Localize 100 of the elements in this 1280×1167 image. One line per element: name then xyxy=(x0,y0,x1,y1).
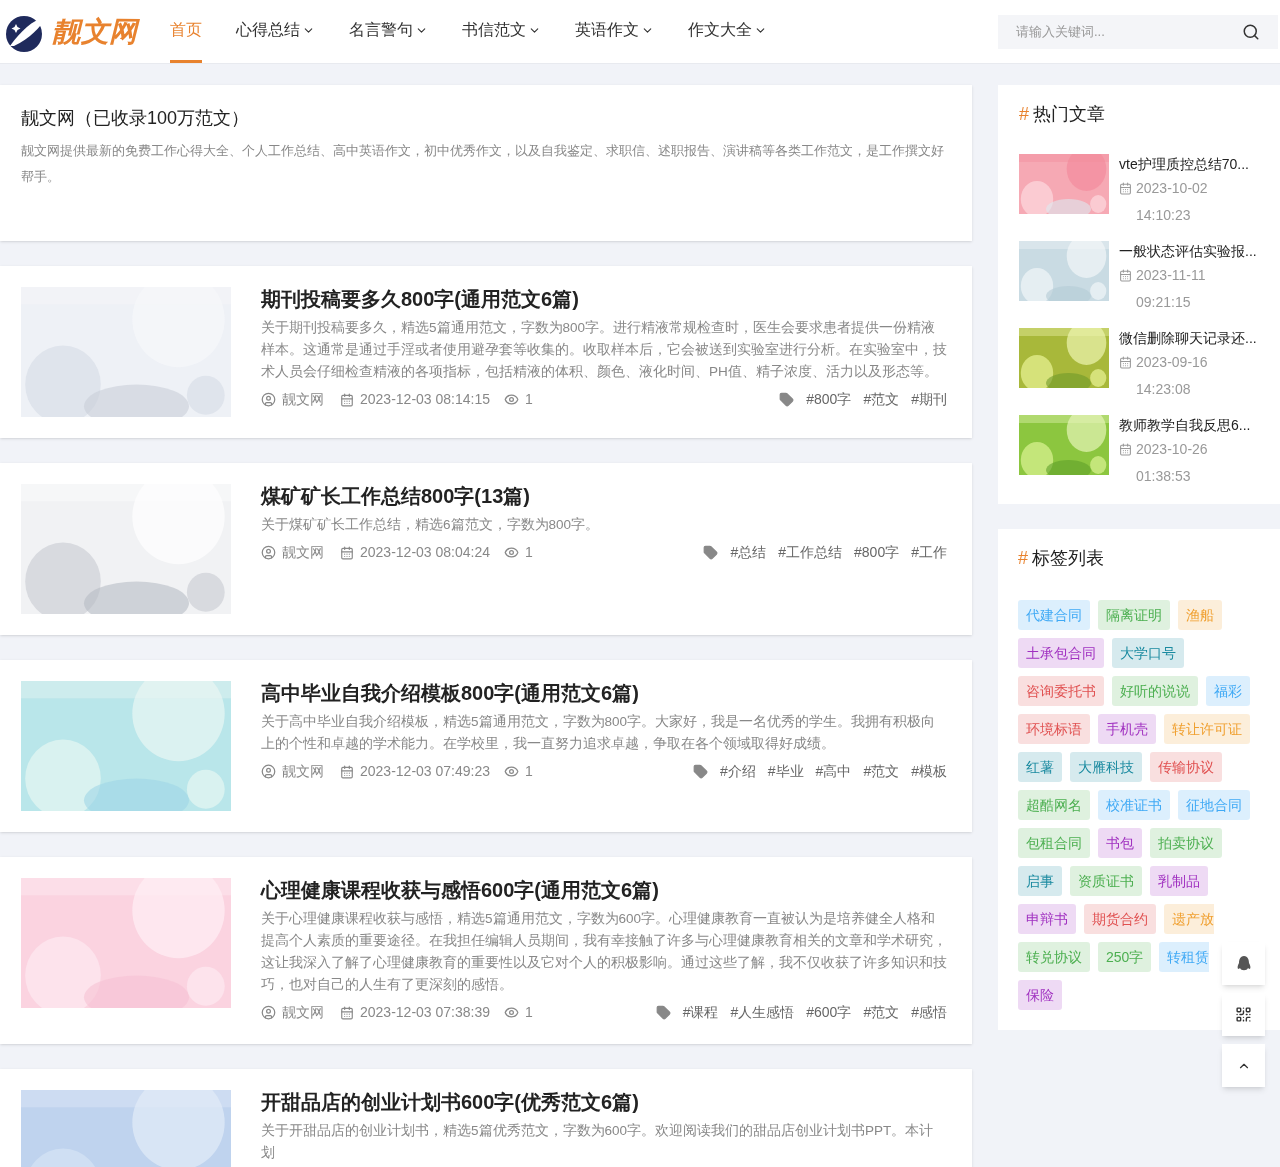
nav-tab[interactable]: 心得总结 xyxy=(236,0,315,63)
user-icon xyxy=(261,1005,276,1020)
penguin-icon xyxy=(1236,955,1251,972)
qr-code-button[interactable] xyxy=(1222,993,1265,1036)
article-tag-link[interactable]: #高中 xyxy=(815,761,852,782)
article-tag-link[interactable]: #期刊 xyxy=(911,389,947,410)
hash-mark: # xyxy=(1019,103,1029,126)
article-title[interactable]: 期刊投稿要多久800字(通用范文6篇) xyxy=(261,283,947,315)
calendar-icon xyxy=(340,392,354,407)
article-tag-link[interactable]: #模板 xyxy=(911,761,947,782)
intro-title: 靓文网（已收录100万范文） xyxy=(21,107,251,130)
tag-chip[interactable]: 启事 xyxy=(1018,866,1062,896)
panel-heading: 热门文章 xyxy=(1033,103,1105,126)
hot-article-link[interactable]: vte护理质控总结70... xyxy=(1119,154,1259,175)
article-date: 2023-12-03 07:49:23 xyxy=(360,762,490,781)
nav-tab[interactable]: 作文大全 xyxy=(688,0,767,63)
article-author: 靓文网 xyxy=(282,543,324,562)
tag-chip[interactable]: 超酷网名 xyxy=(1018,790,1090,820)
tag-chip[interactable]: 好听的说说 xyxy=(1112,676,1198,706)
hot-article-link[interactable]: 微信删除聊天记录还... xyxy=(1119,328,1259,349)
article-tag-link[interactable]: #毕业 xyxy=(767,761,804,782)
tag-chip[interactable]: 传输协议 xyxy=(1150,752,1222,782)
nav-tab[interactable]: 书信范文 xyxy=(462,0,541,63)
article-tag-link[interactable]: #范文 xyxy=(863,761,900,782)
hot-article-link[interactable]: 教师教学自我反思6... xyxy=(1119,415,1259,436)
eye-icon xyxy=(504,392,519,407)
tag-chip[interactable]: 乳制品 xyxy=(1150,866,1208,896)
view-count: 1 xyxy=(525,1003,533,1022)
qq-button[interactable] xyxy=(1222,942,1265,985)
search-field[interactable]: 请输入关键词... xyxy=(998,14,1278,49)
site-logo-text[interactable]: 靓文网 xyxy=(52,10,139,53)
article-tag-link[interactable]: #介绍 xyxy=(720,761,756,782)
article-title[interactable]: 心理健康课程收获与感悟600字(通用范文6篇) xyxy=(261,874,947,906)
hot-article-time: 2023-10-02 14:10:23 xyxy=(1136,179,1209,225)
article-tag-link[interactable]: #工作 xyxy=(911,542,947,563)
tag-chip[interactable]: 保险 xyxy=(1018,980,1062,1010)
nav-tab[interactable]: 英语作文 xyxy=(575,0,654,63)
tag-chip[interactable]: 期货合约 xyxy=(1084,904,1156,934)
article-tag-link[interactable]: #800字 xyxy=(854,542,900,563)
tag-icon xyxy=(779,392,795,407)
tag-icon xyxy=(655,1005,671,1020)
article-summary: 关于高中毕业自我介绍模板，精选5篇通用范文，字数为800字。大家好，我是一名优秀的学生。我拥有积极向上的个性和卓越的学术能力。在学校里，我一直努力追求卓越，争取在各个领域取得好成绩。 xyxy=(261,713,937,753)
article-title[interactable]: 煤矿矿长工作总结800字(13篇) xyxy=(261,480,947,512)
tag-chip[interactable]: 大学口号 xyxy=(1112,638,1184,668)
tag-chip[interactable]: 转兑协议 xyxy=(1018,942,1090,972)
eye-icon xyxy=(504,545,519,560)
article-summary: 关于心理健康课程收获与感悟，精选5篇通用范文，字数为600字。心理健康教育一直被认为是培养健全人格和提高个人素质的重要途径。在我担任编辑人员期间，我有幸接触了许多与心理健康教育相关的文章和学术研究，这让我深入了解了心理健康教育的重要性以及它对个人的积极影响。通过这些了解，我不仅收获了许多知识和技巧，也对自己的人生有了更深刻的感悟。 xyxy=(261,910,947,994)
article-date: 2023-12-03 08:14:15 xyxy=(360,390,490,409)
tag-chip[interactable]: 包租合同 xyxy=(1018,828,1090,858)
calendar-icon xyxy=(1119,443,1132,456)
article-tag-link[interactable]: #800字 xyxy=(806,389,852,410)
tag-chip[interactable]: 隔离证明 xyxy=(1098,600,1170,630)
hot-article-time: 2023-11-11 09:21:15 xyxy=(1136,266,1207,312)
tag-icon xyxy=(693,764,708,779)
view-count: 1 xyxy=(525,762,533,781)
tag-chip[interactable]: 土承包合同 xyxy=(1018,638,1104,668)
tag-chip[interactable]: 拍卖协议 xyxy=(1150,828,1222,858)
intro-text: 靓文网提供最新的免费工作心得大全、个人工作总结、高中英语作文，初中优秀作文，以及自我鉴定、求职信、述职报告、演讲稿等各类工作范文，是工作撰文好帮手。 xyxy=(21,142,945,186)
article-date: 2023-12-03 08:04:24 xyxy=(360,543,490,562)
calendar-icon xyxy=(340,545,354,560)
calendar-icon xyxy=(340,1005,354,1020)
calendar-icon xyxy=(1119,269,1132,282)
article-title[interactable]: 高中毕业自我介绍模板800字(通用范文6篇) xyxy=(261,677,947,709)
tag-chip[interactable]: 手机壳 xyxy=(1098,714,1156,744)
tag-chip[interactable]: 资质证书 xyxy=(1070,866,1142,896)
article-tag-link[interactable]: #感悟 xyxy=(911,1002,947,1023)
article-author: 靓文网 xyxy=(282,1003,324,1022)
eye-icon xyxy=(504,764,519,779)
tag-chip[interactable]: 大雁科技 xyxy=(1070,752,1142,782)
article-author: 靓文网 xyxy=(282,762,324,781)
article-author: 靓文网 xyxy=(282,390,324,409)
nav-tab[interactable]: 首页 xyxy=(170,0,202,63)
article-tag-link[interactable]: #工作总结 xyxy=(778,542,843,563)
article-summary: 关于开甜品店的创业计划书，精选5篇优秀范文，字数为600字。欢迎阅读我们的甜品店创业计划书PPT。本计划 xyxy=(261,1122,935,1162)
user-icon xyxy=(261,545,276,560)
tag-chip[interactable]: 红薯 xyxy=(1018,752,1062,782)
hot-article-time: 2023-10-26 01:38:53 xyxy=(1136,440,1209,486)
article-tag-link[interactable]: #课程 xyxy=(682,1002,719,1023)
calendar-icon xyxy=(1119,182,1132,195)
article-tag-link[interactable]: #人生感悟 xyxy=(730,1002,795,1023)
view-count: 1 xyxy=(525,543,533,562)
article-tag-link[interactable]: #总结 xyxy=(730,542,767,563)
tag-chip[interactable]: 咨询委托书 xyxy=(1018,676,1104,706)
tag-chip[interactable]: 书包 xyxy=(1098,828,1142,858)
article-tag-link[interactable]: #范文 xyxy=(863,1002,900,1023)
tag-chip[interactable]: 250字 xyxy=(1098,942,1152,972)
article-tag-link[interactable]: #范文 xyxy=(863,389,900,410)
tag-chip[interactable]: 环境标语 xyxy=(1018,714,1090,744)
hot-article-time: 2023-09-16 14:23:08 xyxy=(1136,353,1209,399)
article-title[interactable]: 开甜品店的创业计划书600字(优秀范文6篇) xyxy=(261,1086,947,1118)
hash-mark: # xyxy=(1018,547,1028,570)
eye-icon xyxy=(504,1005,519,1020)
search-icon[interactable] xyxy=(1242,22,1260,41)
article-summary: 关于煤矿矿长工作总结，精选6篇范文，字数为800字。 xyxy=(261,516,601,534)
article-tag-link[interactable]: #600字 xyxy=(806,1002,852,1023)
article-date: 2023-12-03 07:38:39 xyxy=(360,1003,490,1022)
nav-tab[interactable]: 名言警句 xyxy=(349,0,428,63)
tag-chip[interactable]: 申辩书 xyxy=(1018,904,1076,934)
user-icon xyxy=(261,392,276,407)
hot-article-link[interactable]: 一般状态评估实验报... xyxy=(1119,241,1259,262)
